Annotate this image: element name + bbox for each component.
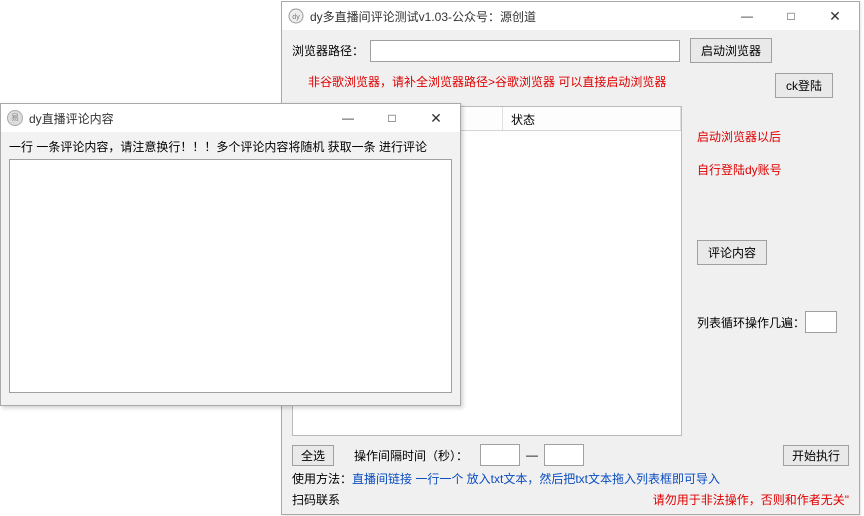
browser-path-input[interactable] — [370, 40, 680, 62]
hint-row: 非谷歌浏览器，请补全浏览器路径>谷歌浏览器 可以直接启动浏览器 ck登陆 — [292, 73, 849, 98]
popup-title: dy直播评论内容 — [29, 110, 326, 127]
popup-maximize-button[interactable]: □ — [370, 104, 414, 132]
interval-label: 操作间隔时间（秒）： — [354, 447, 468, 464]
browser-path-label: 浏览器路径： — [292, 42, 364, 59]
right-column: 启动浏览器以后 自行登陆dy账号 评论内容 列表循环操作几遍： — [697, 128, 852, 349]
ck-login-button[interactable]: ck登陆 — [775, 73, 833, 98]
app-icon: dy — [288, 8, 304, 24]
maximize-button[interactable]: □ — [769, 2, 813, 30]
comment-popup-window: 易 dy直播评论内容 — □ ✕ 一行 一条评论内容，请注意换行！！！多个评论内… — [0, 103, 461, 406]
main-titlebar[interactable]: dy dy多直播间评论测试v1.03-公众号：源创道 — □ ✕ — [282, 2, 859, 30]
col-status[interactable]: 状态 — [503, 107, 681, 130]
disclaimer-text: 请勿用于非法操作，否则和作者无关" — [653, 491, 849, 508]
footer-row: 扫码联系 请勿用于非法操作，否则和作者无关" — [292, 491, 849, 508]
popup-minimize-button[interactable]: — — [326, 104, 370, 132]
popup-close-button[interactable]: ✕ — [414, 104, 458, 132]
bottom-area: 全选 操作间隔时间（秒）： — 开始执行 使用方法： 直播间链接 一行一个 放入… — [292, 440, 849, 508]
popup-titlebar[interactable]: 易 dy直播评论内容 — □ ✕ — [1, 104, 460, 132]
close-button[interactable]: ✕ — [813, 2, 857, 30]
usage-row: 使用方法： 直播间链接 一行一个 放入txt文本，然后把txt文本拖入列表框即可… — [292, 470, 849, 487]
interval-to-input[interactable] — [544, 444, 584, 466]
interval-dash: — — [526, 448, 538, 462]
loop-row: 列表循环操作几遍： — [697, 311, 852, 333]
comment-textarea[interactable] — [9, 159, 452, 393]
browser-path-row: 浏览器路径： 启动浏览器 — [292, 38, 849, 63]
popup-app-icon: 易 — [7, 110, 23, 126]
main-title: dy多直播间评论测试v1.03-公众号：源创道 — [310, 8, 725, 25]
interval-from-input[interactable] — [480, 444, 520, 466]
non-chrome-hint: 非谷歌浏览器，请补全浏览器路径>谷歌浏览器 可以直接启动浏览器 — [308, 73, 775, 90]
select-all-button[interactable]: 全选 — [292, 445, 334, 466]
usage-label: 使用方法： — [292, 470, 352, 487]
popup-body: 一行 一条评论内容，请注意换行！！！多个评论内容将随机 获取一条 进行评论 — [1, 132, 460, 405]
loop-label: 列表循环操作几遍： — [697, 314, 805, 331]
hint-start-browser: 启动浏览器以后 — [697, 128, 852, 145]
start-execute-button[interactable]: 开始执行 — [783, 445, 849, 466]
popup-hint: 一行 一条评论内容，请注意换行！！！多个评论内容将随机 获取一条 进行评论 — [9, 138, 452, 155]
svg-text:dy: dy — [292, 14, 300, 21]
usage-text: 直播间链接 一行一个 放入txt文本，然后把txt文本拖入列表框即可导入 — [352, 470, 720, 487]
comment-content-button[interactable]: 评论内容 — [697, 240, 767, 265]
scan-contact-label: 扫码联系 — [292, 491, 340, 508]
start-browser-button[interactable]: 启动浏览器 — [690, 38, 772, 63]
loop-count-input[interactable] — [805, 311, 837, 333]
minimize-button[interactable]: — — [725, 2, 769, 30]
controls-row: 全选 操作间隔时间（秒）： — 开始执行 — [292, 444, 849, 466]
hint-login: 自行登陆dy账号 — [697, 161, 852, 178]
